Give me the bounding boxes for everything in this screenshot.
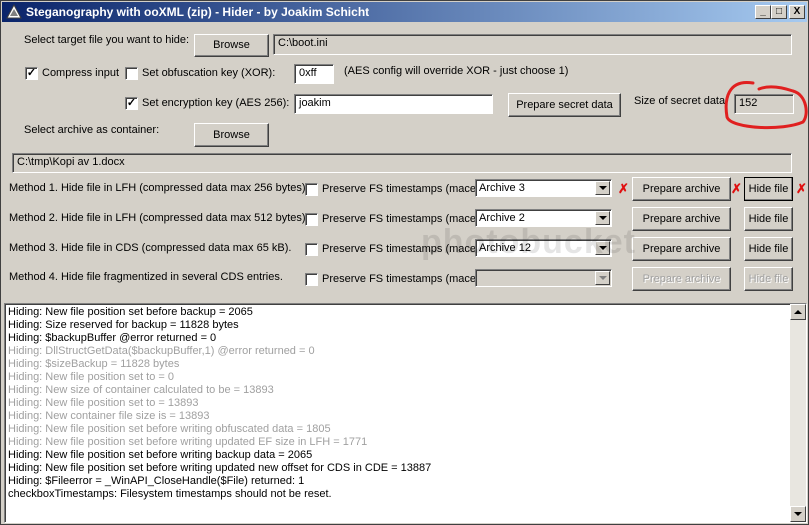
log-line: Hiding: $backupBuffer @error returned = … <box>8 332 217 344</box>
browse-archive-button[interactable]: Browse <box>194 123 269 147</box>
log-line: Hiding: New file position set before wri… <box>8 462 432 474</box>
log-output[interactable]: Hiding: New file position set before bac… <box>4 303 807 523</box>
app-window: Steganography with ooXML (zip) - Hider -… <box>0 0 809 525</box>
encryption-key-field[interactable]: joakim <box>294 94 493 114</box>
method-3-label: Method 3. Hide file in CDS (compressed d… <box>9 242 292 254</box>
log-line: Hiding: New file position set before wri… <box>8 449 313 461</box>
title-bar[interactable]: Steganography with ooXML (zip) - Hider -… <box>2 2 807 22</box>
dropdown-arrow-icon <box>595 271 610 285</box>
log-line: Hiding: New file position set before wri… <box>8 423 331 435</box>
log-line: Hiding: $sizeBackup = 11828 bytes <box>8 358 180 370</box>
dropdown-arrow-icon <box>595 181 610 195</box>
method-1-label: Method 1. Hide file in LFH (compressed d… <box>9 182 309 194</box>
encryption-checkbox[interactable]: ✓ <box>125 97 138 110</box>
log-line: Hiding: New file position set to = 13893 <box>8 397 199 409</box>
red-x-mark-icon: ✗ <box>796 181 807 196</box>
log-line: Hiding: New container file size is = 138… <box>8 410 210 422</box>
scroll-down-icon[interactable] <box>790 506 806 522</box>
archive-label: Select archive as container: <box>24 124 160 136</box>
xor-note: (AES config will override XOR - just cho… <box>344 65 569 77</box>
method-2-preserve-checkbox[interactable] <box>305 213 318 226</box>
obfuscation-label: Set obfuscation key (XOR): <box>142 67 276 79</box>
app-icon <box>6 4 22 19</box>
method-4-hide-button[interactable]: Hide file <box>744 267 793 291</box>
method-2-hide-button[interactable]: Hide file <box>744 207 793 231</box>
window-title: Steganography with ooXML (zip) - Hider -… <box>26 5 370 19</box>
method-1-preserve-checkbox[interactable] <box>305 183 318 196</box>
target-file-label: Select target file you want to hide: <box>24 34 190 46</box>
compress-checkbox[interactable]: ✓ <box>25 67 38 80</box>
scroll-up-icon[interactable] <box>790 304 806 320</box>
method-2-label: Method 2. Hide file in LFH (compressed d… <box>9 212 309 224</box>
log-line: Hiding: New file position set before bac… <box>8 306 253 318</box>
log-line: Hiding: New size of container calculated… <box>8 384 274 396</box>
compress-label: Compress input <box>42 67 120 79</box>
log-line: Hiding: Size reserved for backup = 11828… <box>8 319 239 331</box>
method-4-prepare-button[interactable]: Prepare archive <box>632 267 731 291</box>
log-line: Hiding: DllStructGetData($backupBuffer,1… <box>8 345 315 357</box>
highlight-circle <box>724 81 808 130</box>
obfuscation-checkbox[interactable] <box>125 67 138 80</box>
obfuscation-key-field[interactable]: 0xff <box>294 64 334 84</box>
method-1-prepare-button[interactable]: Prepare archive <box>632 177 731 201</box>
encryption-label: Set encryption key (AES 256): <box>142 97 290 109</box>
log-line: Hiding: New file position set to = 0 <box>8 371 175 383</box>
maximize-button[interactable]: □ <box>771 5 787 19</box>
log-line: checkboxTimestamps: Filesystem timestamp… <box>8 488 332 500</box>
method-4-label: Method 4. Hide file fragmentized in seve… <box>9 271 283 283</box>
log-line: Hiding: $Fileerror = _WinAPI_CloseHandle… <box>8 475 305 487</box>
method-1-hide-button[interactable]: Hide file <box>744 177 793 201</box>
log-line: Hiding: New file position set before wri… <box>8 436 368 448</box>
prepare-secret-button[interactable]: Prepare secret data <box>508 93 621 117</box>
method-4-preserve-label: Preserve FS timestamps (mace) <box>322 273 480 285</box>
photobucket-watermark: photobucket <box>421 223 636 261</box>
method-3-prepare-button[interactable]: Prepare archive <box>632 237 731 261</box>
log-scrollbar[interactable] <box>790 304 806 522</box>
archive-path-field[interactable]: C:\tmp\Kopi av 1.docx <box>12 153 792 173</box>
method-1-archive-value: Archive 3 <box>479 182 525 194</box>
browse-target-button[interactable]: Browse <box>194 34 269 57</box>
red-x-mark-icon: ✗ <box>618 181 629 196</box>
method-1-archive-select[interactable]: Archive 3 <box>475 179 612 197</box>
log-lines: Hiding: New file position set before bac… <box>8 306 788 501</box>
method-1-preserve-label: Preserve FS timestamps (mace) <box>322 183 480 195</box>
method-3-preserve-checkbox[interactable] <box>305 243 318 256</box>
method-4-preserve-checkbox[interactable] <box>305 273 318 286</box>
method-4-archive-select[interactable] <box>475 269 612 287</box>
close-button[interactable]: X <box>789 5 805 19</box>
secret-size-label: Size of secret data: <box>634 95 729 107</box>
target-path-field[interactable]: C:\boot.ini <box>273 34 792 55</box>
minimize-button[interactable]: _ <box>755 5 771 19</box>
red-x-mark-icon: ✗ <box>731 181 742 196</box>
method-3-hide-button[interactable]: Hide file <box>744 237 793 261</box>
method-2-prepare-button[interactable]: Prepare archive <box>632 207 731 231</box>
